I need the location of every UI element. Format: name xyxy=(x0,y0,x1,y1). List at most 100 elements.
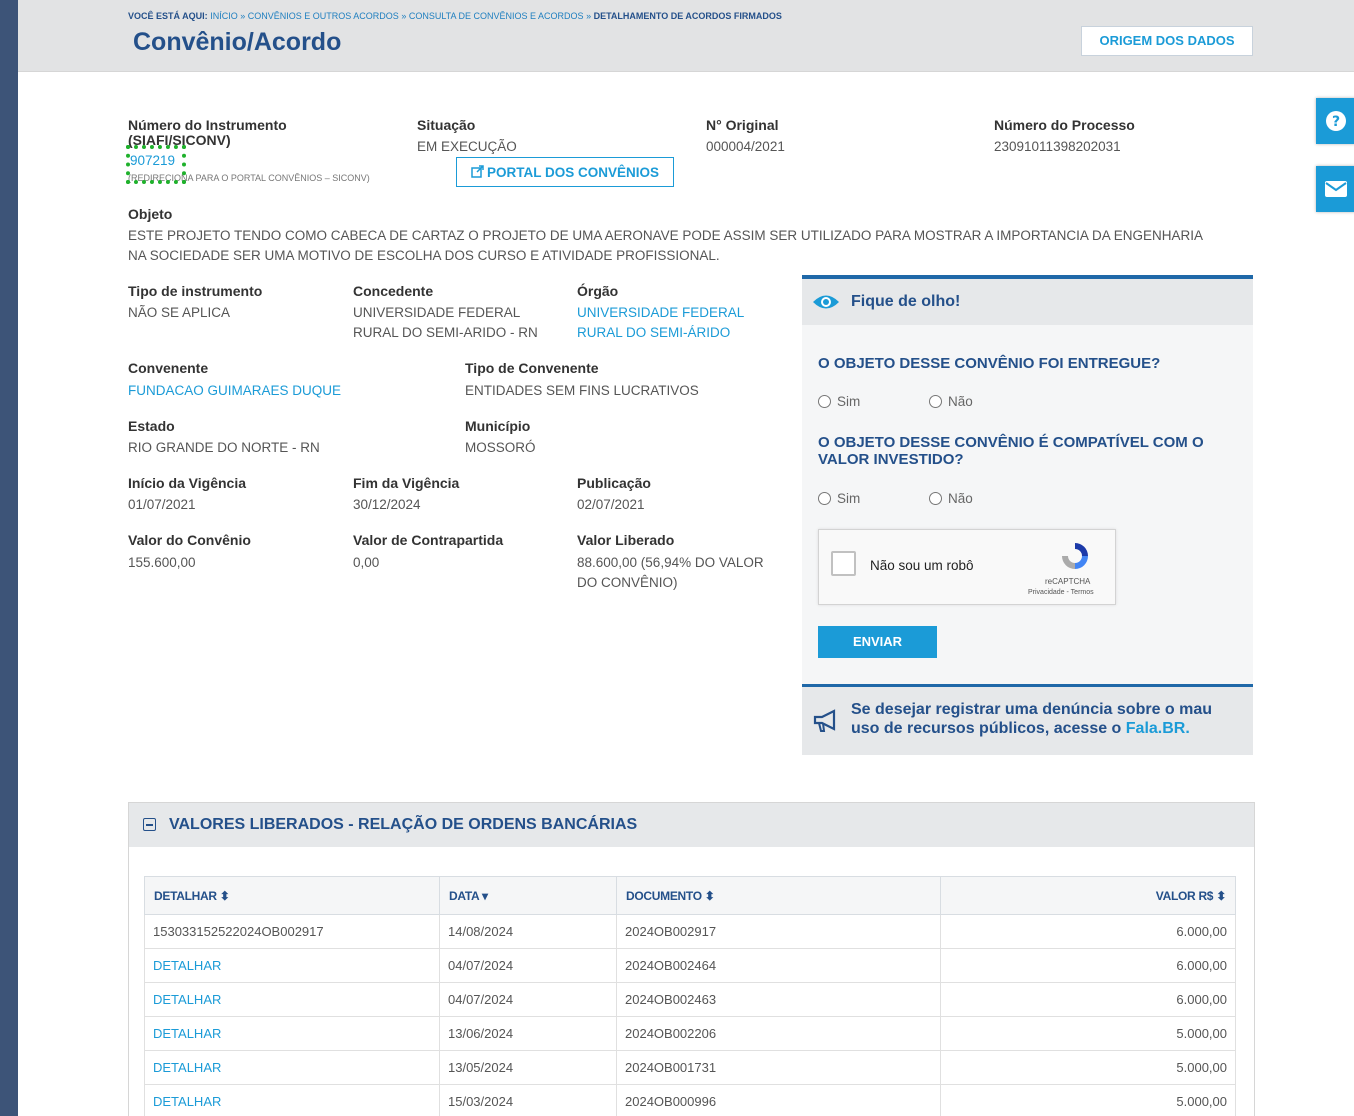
row-documento-cell: 2024OB002206 xyxy=(616,1016,941,1051)
feedback-panel-header: Fique de olho! xyxy=(802,279,1253,325)
col-valor[interactable]: VALOR R$ ⬍ xyxy=(940,876,1236,915)
col-documento[interactable]: DOCUMENTO ⬍ xyxy=(616,876,941,915)
contact-button[interactable] xyxy=(1316,166,1354,212)
tipo-instrumento-value: NÃO SE APLICA xyxy=(128,305,231,320)
breadcrumb-item-inicio[interactable]: INÍCIO xyxy=(210,11,238,21)
denuncia-box: Se desejar registrar uma denúncia sobre … xyxy=(802,684,1253,755)
row-documento-cell: 2024OB002917 xyxy=(616,914,941,949)
fim-vigencia-label: Fim da Vigência xyxy=(353,475,460,491)
ordens-section-title: VALORES LIBERADOS - RELAÇÃO DE ORDENS BA… xyxy=(169,816,638,833)
tipo-convenente-label: Tipo de Convenente xyxy=(465,360,599,376)
sort-desc-icon[interactable]: ▾ xyxy=(482,889,488,903)
orgao-link-line1[interactable]: UNIVERSIDADE FEDERAL xyxy=(577,303,744,323)
recaptcha-label: Não sou um robô xyxy=(870,558,974,573)
radio-compativel-nao[interactable]: Não xyxy=(929,491,973,506)
objeto-label: Objeto xyxy=(128,206,173,222)
row-valor-cell: 5.000,00 xyxy=(940,1016,1236,1051)
fim-vigencia-value: 30/12/2024 xyxy=(353,497,421,512)
breadcrumb-current: DETALHAMENTO DE ACORDOS FIRMADOS xyxy=(593,11,782,21)
recaptcha-brand: reCAPTCHA xyxy=(1045,577,1091,586)
row-detalhar-link[interactable]: DETALHAR xyxy=(144,982,440,1017)
radio-circle[interactable] xyxy=(818,492,831,505)
table-row: DETALHAR 13/06/2024 2024OB002206 5.000,0… xyxy=(144,1016,1236,1051)
breadcrumb-prefix: VOCÊ ESTÁ AQUI: xyxy=(128,11,208,21)
row-data-cell: 13/05/2024 xyxy=(439,1050,617,1085)
orgao-link-line2[interactable]: RURAL DO SEMI-ÁRIDO xyxy=(577,323,730,343)
row-documento-cell: 2024OB001731 xyxy=(616,1050,941,1085)
eye-icon xyxy=(813,295,839,309)
situacao-value: EM EXECUÇÃO xyxy=(417,139,517,154)
row-data-cell: 13/06/2024 xyxy=(439,1016,617,1051)
question-entregue: O OBJETO DESSE CONVÊNIO FOI ENTREGUE? xyxy=(818,355,1161,372)
table-row: DETALHAR 04/07/2024 2024OB002464 6.000,0… xyxy=(144,948,1236,983)
breadcrumb-item-convenios[interactable]: CONVÊNIOS E OUTROS ACORDOS xyxy=(248,11,399,21)
row-detalhar-link[interactable]: DETALHAR xyxy=(144,1050,440,1085)
row-valor-cell: 5.000,00 xyxy=(940,1050,1236,1085)
feedback-panel: Fique de olho! O OBJETO DESSE CONVÊNIO F… xyxy=(802,275,1253,684)
recaptcha-terms[interactable]: Privacidade - Termos xyxy=(1028,589,1094,596)
radio-label: Sim xyxy=(837,394,861,409)
row-detalhar-link[interactable]: DETALHAR xyxy=(144,1016,440,1051)
falabr-link[interactable]: Fala.BR. xyxy=(1126,720,1190,737)
row-detalhar-link[interactable]: DETALHAR xyxy=(144,1084,440,1116)
row-documento-cell: 2024OB002463 xyxy=(616,982,941,1017)
ordens-section-header[interactable]: VALORES LIBERADOS - RELAÇÃO DE ORDENS BA… xyxy=(129,803,1254,847)
external-link-icon xyxy=(471,165,484,178)
publicacao-value: 02/07/2021 xyxy=(577,497,645,512)
valor-convenio-label: Valor do Convênio xyxy=(128,532,251,548)
ordens-table: DETALHAR ⬍ DATA ▾ DOCUMENTO ⬍ VALOR R$ ⬍… xyxy=(144,876,1236,1116)
row-valor-cell: 6.000,00 xyxy=(940,948,1236,983)
contrapartida-label: Valor de Contrapartida xyxy=(353,532,504,548)
estado-label: Estado xyxy=(128,418,175,434)
denuncia-text: Se desejar registrar uma denúncia sobre … xyxy=(851,700,1241,738)
concedente-value-line1: UNIVERSIDADE FEDERAL xyxy=(353,305,521,320)
estado-value: RIO GRANDE DO NORTE - RN xyxy=(128,440,320,455)
row-detalhar-link[interactable]: DETALHAR xyxy=(144,948,440,983)
orgao-label: Órgão xyxy=(577,283,619,299)
recaptcha-checkbox[interactable] xyxy=(831,551,856,576)
breadcrumb-item-consulta[interactable]: CONSULTA DE CONVÊNIOS E ACORDOS xyxy=(409,11,584,21)
numero-instrumento-label: Número do Instrumento xyxy=(128,117,287,133)
row-documento-cell: 2024OB002464 xyxy=(616,948,941,983)
radio-entregue-sim[interactable]: Sim xyxy=(818,394,860,409)
table-header-row: DETALHAR ⬍ DATA ▾ DOCUMENTO ⬍ VALOR R$ ⬍ xyxy=(144,876,1236,915)
question-icon: ? xyxy=(1326,111,1346,131)
radio-circle[interactable] xyxy=(929,492,942,505)
valor-liberado-label: Valor Liberado xyxy=(577,532,675,548)
submit-button[interactable]: ENVIAR xyxy=(818,626,937,658)
original-label: N° Original xyxy=(706,117,779,133)
radio-label: Sim xyxy=(837,491,861,506)
breadcrumb-separator: » xyxy=(586,11,592,21)
recaptcha-logo-icon xyxy=(1062,543,1088,569)
col-detalhar[interactable]: DETALHAR ⬍ xyxy=(144,876,440,915)
radio-circle[interactable] xyxy=(818,395,831,408)
origin-data-button[interactable]: ORIGEM DOS DADOS xyxy=(1081,26,1253,56)
col-data[interactable]: DATA ▾ xyxy=(439,876,617,915)
row-data-cell: 15/03/2024 xyxy=(439,1084,617,1116)
valor-convenio-value: 155.600,00 xyxy=(128,555,196,570)
row-detalhar-cell: 153033152522024OB002917 xyxy=(144,914,440,949)
sort-icon[interactable]: ⬍ xyxy=(220,889,230,903)
convenente-link[interactable]: FUNDACAO GUIMARAES DUQUE xyxy=(128,381,341,401)
radio-compativel-sim[interactable]: Sim xyxy=(818,491,860,506)
radio-circle[interactable] xyxy=(929,395,942,408)
sort-icon[interactable]: ⬍ xyxy=(705,889,715,903)
row-documento-cell: 2024OB000996 xyxy=(616,1084,941,1116)
page-title: Convênio/Acordo xyxy=(133,28,342,56)
recaptcha-widget: Não sou um robô reCAPTCHA Privacidade - … xyxy=(818,529,1116,605)
table-row: DETALHAR 04/07/2024 2024OB002463 6.000,0… xyxy=(144,982,1236,1017)
portal-convenios-button[interactable]: PORTAL DOS CONVÊNIOS xyxy=(456,157,674,187)
page-header: VOCÊ ESTÁ AQUI: INÍCIO » CONVÊNIOS E OUT… xyxy=(18,0,1354,72)
help-button[interactable]: ? xyxy=(1316,98,1354,144)
envelope-icon xyxy=(1325,181,1347,197)
breadcrumb: VOCÊ ESTÁ AQUI: INÍCIO » CONVÊNIOS E OUT… xyxy=(128,11,782,21)
publicacao-label: Publicação xyxy=(577,475,651,491)
concedente-label: Concedente xyxy=(353,283,434,299)
table-row: DETALHAR 13/05/2024 2024OB001731 5.000,0… xyxy=(144,1050,1236,1085)
tipo-instrumento-label: Tipo de instrumento xyxy=(128,283,263,299)
table-row: DETALHAR 15/03/2024 2024OB000996 5.000,0… xyxy=(144,1084,1236,1116)
radio-entregue-nao[interactable]: Não xyxy=(929,394,973,409)
breadcrumb-separator: » xyxy=(240,11,246,21)
collapse-icon[interactable] xyxy=(143,818,156,831)
sort-icon[interactable]: ⬍ xyxy=(1216,889,1226,903)
